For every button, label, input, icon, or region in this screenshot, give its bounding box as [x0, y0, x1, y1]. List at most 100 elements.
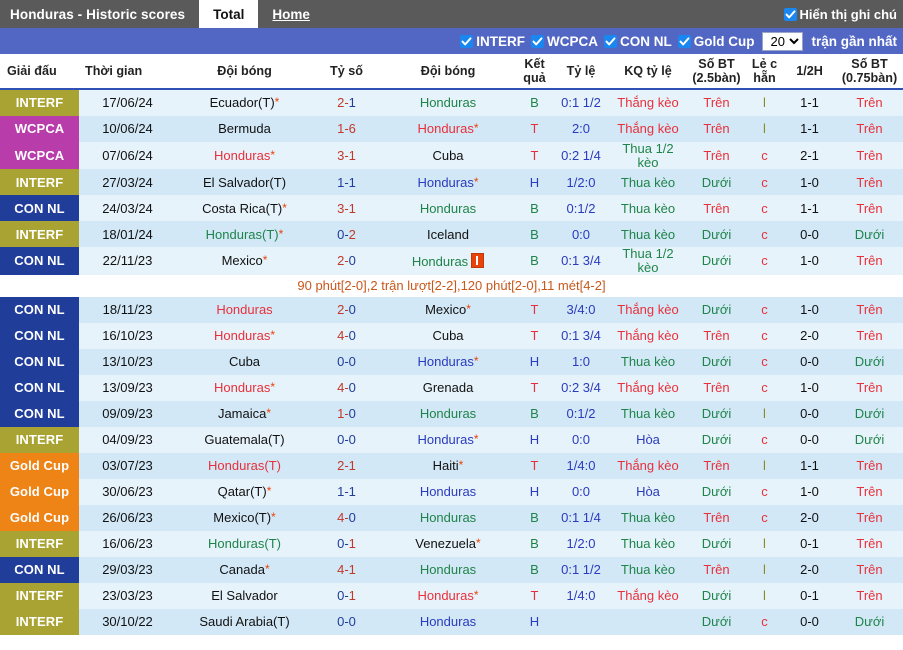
cell-team[interactable]: Canada* — [176, 556, 313, 583]
filter-wcpca[interactable]: WCPCA — [530, 34, 598, 49]
cell-team[interactable]: Honduras — [380, 608, 516, 635]
table-row[interactable]: INTERF 18/01/24 Honduras(T)* 0-2 Iceland B 0:0… — [0, 221, 903, 248]
cell-team[interactable]: Haiti* — [380, 452, 516, 479]
table-row[interactable]: CON NL 18/11/23 Honduras 2-0 Mexico* T 3/4:0 Th… — [0, 296, 903, 323]
cell-team[interactable]: Honduras — [380, 556, 516, 583]
league-badge[interactable]: CON NL — [0, 195, 79, 222]
cell-team[interactable]: Saudi Arabia(T) — [176, 608, 313, 635]
cell-team[interactable]: Honduras* — [380, 582, 516, 609]
cell-team[interactable]: Honduras* — [380, 348, 516, 375]
checkbox-checked-icon[interactable] — [677, 34, 691, 48]
cell-team[interactable]: Honduras(T) — [176, 530, 313, 557]
cell-team[interactable]: Bermuda — [176, 116, 313, 143]
league-badge[interactable]: INTERF — [0, 530, 79, 557]
cell-team[interactable]: Honduras* — [380, 116, 516, 143]
league-badge[interactable]: INTERF — [0, 426, 79, 453]
table-row[interactable]: CON NL 22/11/23 Mexico* 2-0 Honduras B 0:1 3/4… — [0, 247, 903, 275]
cell-team[interactable]: Honduras — [176, 296, 313, 323]
cell-score[interactable]: 0-1 — [313, 530, 380, 557]
table-row[interactable]: INTERF 04/09/23 Guatemala(T) 0-0 Honduras* H 0… — [0, 426, 903, 453]
league-badge[interactable]: CON NL — [0, 322, 79, 349]
table-row[interactable]: Gold Cup 26/06/23 Mexico(T)* 4-0 Honduras B 0:… — [0, 504, 903, 531]
cell-score[interactable]: 1-1 — [313, 478, 380, 505]
cell-team[interactable]: Iceland — [380, 221, 516, 248]
league-badge[interactable]: CON NL — [0, 348, 79, 375]
match-count-select[interactable]: 10203050 — [762, 31, 804, 51]
league-badge[interactable]: Gold Cup — [0, 452, 79, 479]
checkbox-checked-icon[interactable] — [530, 34, 544, 48]
cell-score[interactable]: 4-0 — [313, 374, 380, 401]
filter-interf[interactable]: INTERF — [460, 34, 525, 49]
league-badge[interactable]: CON NL — [0, 374, 79, 401]
cell-team[interactable]: Mexico* — [176, 247, 313, 275]
cell-team[interactable]: Cuba — [176, 348, 313, 375]
cell-score[interactable]: 2-0 — [313, 296, 380, 323]
cell-score[interactable]: 1-1 — [313, 169, 380, 196]
table-row[interactable]: INTERF 16/06/23 Honduras(T) 0-1 Venezuela* B 1… — [0, 530, 903, 557]
cell-team[interactable]: Honduras — [380, 478, 516, 505]
cell-score[interactable]: 4-0 — [313, 504, 380, 531]
cell-score[interactable]: 0-0 — [313, 426, 380, 453]
cell-score[interactable]: 0-2 — [313, 221, 380, 248]
league-badge[interactable]: CON NL — [0, 556, 79, 583]
cell-score[interactable]: 0-1 — [313, 582, 380, 609]
filter-con-nl[interactable]: CON NL — [603, 34, 672, 49]
cell-team[interactable]: Grenada — [380, 374, 516, 401]
cell-team[interactable]: Honduras — [380, 89, 516, 117]
table-row[interactable]: Gold Cup 03/07/23 Honduras(T) 2-1 Haiti* T 1/4… — [0, 452, 903, 479]
cell-score[interactable]: 4-0 — [313, 322, 380, 349]
cell-team[interactable]: Honduras — [380, 195, 516, 222]
cell-team[interactable]: Honduras — [380, 247, 516, 275]
checkbox-checked-icon[interactable] — [603, 34, 617, 48]
cell-score[interactable]: 3-1 — [313, 195, 380, 222]
filter-gold-cup[interactable]: Gold Cup — [677, 34, 754, 49]
cell-team[interactable]: Jamaica* — [176, 400, 313, 427]
cell-team[interactable]: Mexico(T)* — [176, 504, 313, 531]
table-row[interactable]: INTERF 27/03/24 El Salvador(T) 1-1 Honduras*… — [0, 169, 903, 196]
cell-team[interactable]: Costa Rica(T)* — [176, 195, 313, 222]
cell-team[interactable]: Cuba — [380, 322, 516, 349]
cell-team[interactable]: Honduras* — [380, 426, 516, 453]
table-row[interactable]: CON NL 16/10/23 Honduras* 4-0 Cuba T 0:1 3/4 Th… — [0, 322, 903, 349]
cell-team[interactable]: Ecuador(T)* — [176, 89, 313, 117]
cell-score[interactable]: 3-1 — [313, 142, 380, 170]
cell-team[interactable]: Honduras* — [176, 374, 313, 401]
cell-score[interactable]: 4-1 — [313, 556, 380, 583]
cell-score[interactable]: 0-0 — [313, 348, 380, 375]
cell-score[interactable]: 2-1 — [313, 452, 380, 479]
league-badge[interactable]: CON NL — [0, 296, 79, 323]
table-row[interactable]: WCPCA 07/06/24 Honduras* 3-1 Cuba T 0:2 1/4 Thu… — [0, 142, 903, 170]
cell-team[interactable]: Honduras* — [176, 142, 313, 170]
table-row[interactable]: CON NL 29/03/23 Canada* 4-1 Honduras B 0:1 1/2… — [0, 556, 903, 583]
cell-team[interactable]: Honduras(T) — [176, 452, 313, 479]
league-badge[interactable]: INTERF — [0, 582, 79, 609]
table-row[interactable]: INTERF 23/03/23 El Salvador 0-1 Honduras* T 1/… — [0, 582, 903, 609]
league-badge[interactable]: WCPCA — [0, 142, 79, 170]
cell-team[interactable]: El Salvador(T) — [176, 169, 313, 196]
league-badge[interactable]: Gold Cup — [0, 504, 79, 531]
league-badge[interactable]: CON NL — [0, 247, 79, 275]
cell-team[interactable]: Honduras* — [176, 322, 313, 349]
league-badge[interactable]: INTERF — [0, 89, 79, 117]
cell-score[interactable]: 0-0 — [313, 608, 380, 635]
table-row[interactable]: INTERF 17/06/24 Ecuador(T)* 2-1 Honduras B 0:1… — [0, 89, 903, 117]
table-row[interactable]: Gold Cup 30/06/23 Qatar(T)* 1-1 Honduras H 0:0… — [0, 478, 903, 505]
cell-team[interactable]: Honduras* — [380, 169, 516, 196]
cell-team[interactable]: Honduras — [380, 400, 516, 427]
cell-team[interactable]: Honduras(T)* — [176, 221, 313, 248]
league-badge[interactable]: Gold Cup — [0, 478, 79, 505]
tab-total[interactable]: Total — [199, 0, 259, 28]
cell-team[interactable]: Venezuela* — [380, 530, 516, 557]
league-badge[interactable]: CON NL — [0, 400, 79, 427]
cell-team[interactable]: Honduras — [380, 504, 516, 531]
table-row[interactable]: WCPCA 10/06/24 Bermuda 1-6 Honduras* T 2:0 Thắn… — [0, 116, 903, 143]
checkbox-checked-icon[interactable] — [783, 7, 797, 21]
cell-score[interactable]: 1-6 — [313, 116, 380, 143]
cell-score[interactable]: 1-0 — [313, 400, 380, 427]
table-row[interactable]: CON NL 13/09/23 Honduras* 4-0 Grenada T 0:2 3/… — [0, 374, 903, 401]
cell-team[interactable]: Cuba — [380, 142, 516, 170]
cell-team[interactable]: Qatar(T)* — [176, 478, 313, 505]
cell-score[interactable]: 2-0 — [313, 247, 380, 275]
table-row[interactable]: INTERF 30/10/22 Saudi Arabia(T) 0-0 Honduras… — [0, 608, 903, 635]
league-badge[interactable]: WCPCA — [0, 116, 79, 143]
